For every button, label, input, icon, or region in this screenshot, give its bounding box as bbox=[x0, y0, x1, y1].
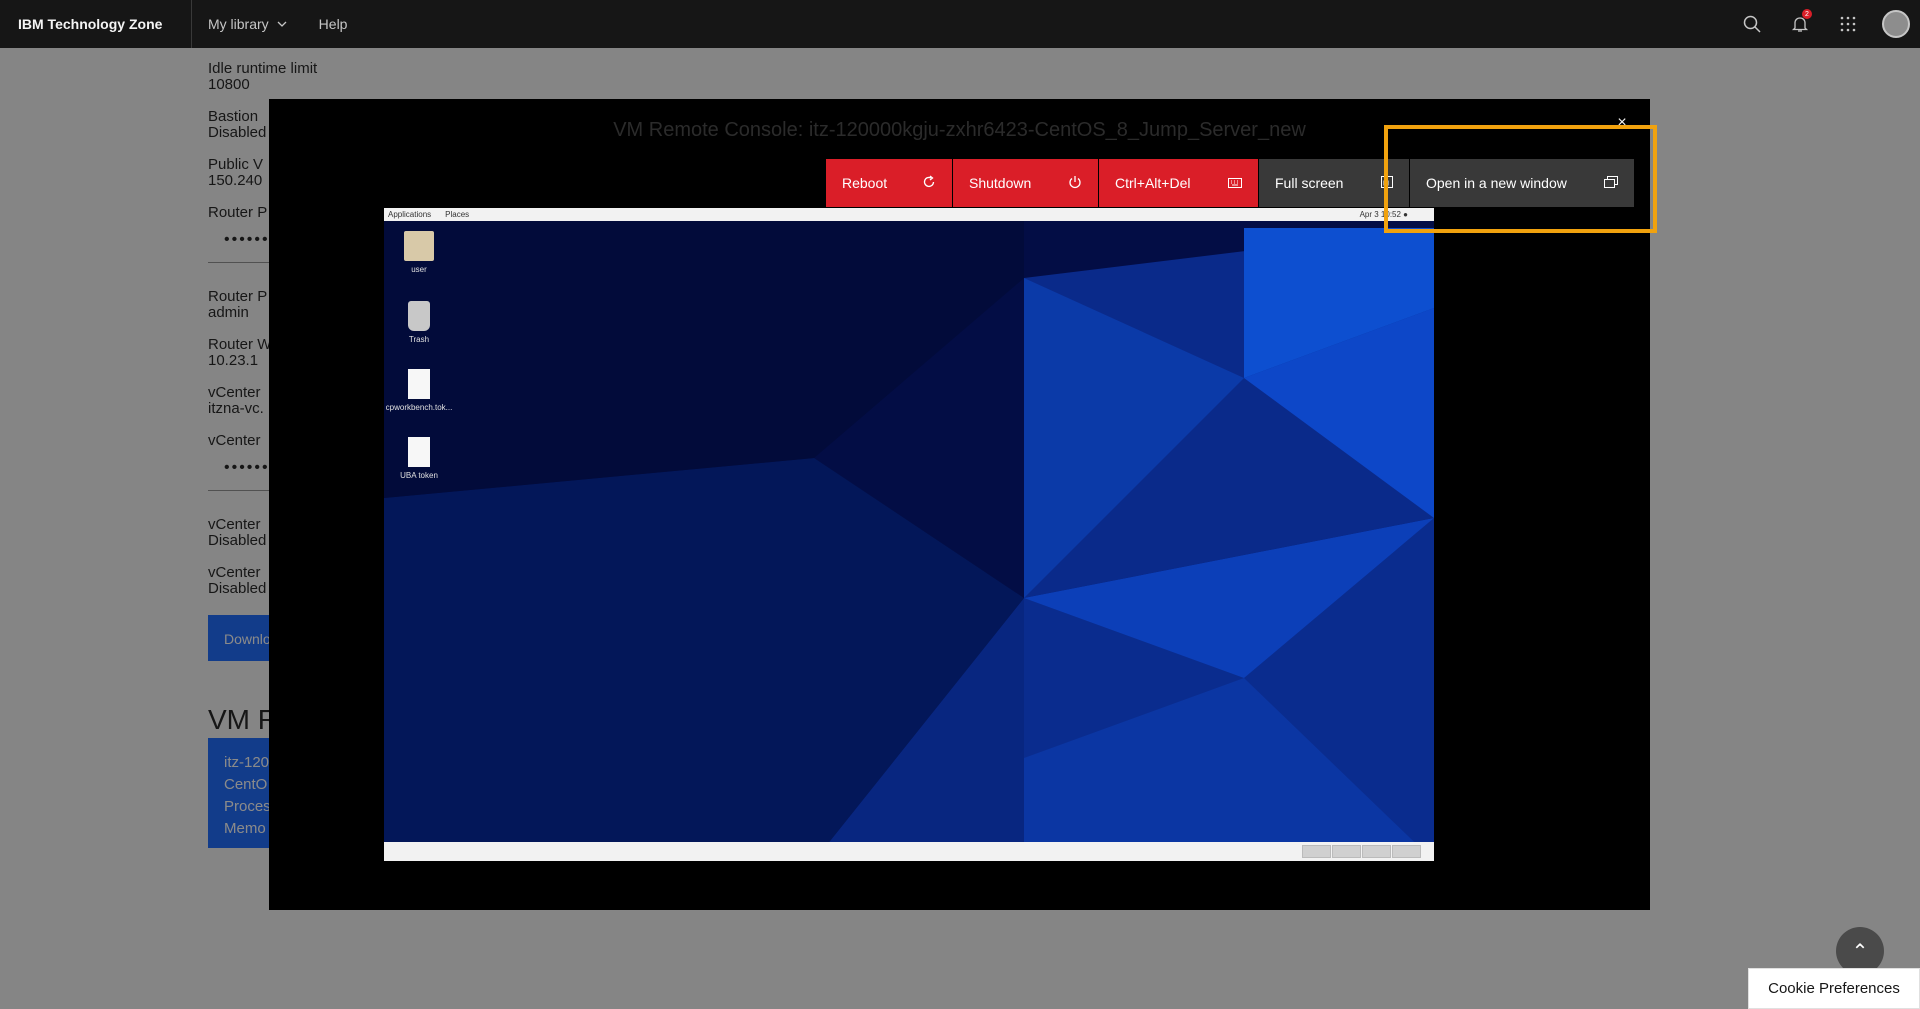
desktop-icon-label: Trash bbox=[408, 335, 430, 344]
search-icon[interactable] bbox=[1728, 0, 1776, 48]
vm-screen[interactable]: Applications Places Apr 3 10:52 ● user T… bbox=[384, 208, 1434, 861]
desktop-icon-label: UBA token bbox=[400, 471, 438, 480]
app-switcher-icon[interactable] bbox=[1824, 0, 1872, 48]
vm-bottom-panel bbox=[384, 842, 1434, 861]
cookie-preferences-link[interactable]: Cookie Preferences bbox=[1748, 968, 1920, 1009]
avatar-button[interactable] bbox=[1872, 0, 1920, 48]
ctrl-alt-del-button[interactable]: Ctrl+Alt+Del bbox=[1099, 159, 1258, 207]
keyboard-icon bbox=[1228, 175, 1242, 191]
ctrl-alt-del-label: Ctrl+Alt+Del bbox=[1115, 175, 1191, 191]
workspace-switcher[interactable] bbox=[1392, 845, 1421, 858]
power-icon bbox=[1068, 175, 1082, 192]
trash-icon bbox=[408, 301, 430, 331]
restart-icon bbox=[922, 174, 936, 192]
vm-top-panel: Applications Places Apr 3 10:52 ● bbox=[384, 208, 1434, 221]
desktop-icon[interactable]: UBA token bbox=[384, 437, 454, 480]
document-icon bbox=[408, 369, 430, 399]
reboot-label: Reboot bbox=[842, 175, 888, 191]
desktop-icon[interactable]: user bbox=[384, 231, 454, 274]
full-screen-label: Full screen bbox=[1275, 175, 1344, 191]
nav-help[interactable]: Help bbox=[303, 0, 364, 48]
brand-name[interactable]: IBM Technology Zone bbox=[0, 0, 192, 48]
shutdown-label: Shutdown bbox=[969, 175, 1032, 191]
shutdown-button[interactable]: Shutdown bbox=[953, 159, 1098, 207]
reboot-button[interactable]: Reboot bbox=[826, 159, 952, 207]
notification-badge: 2 bbox=[1802, 9, 1812, 19]
chevron-down-icon bbox=[277, 19, 287, 30]
folder-icon bbox=[404, 231, 434, 261]
avatar bbox=[1882, 10, 1910, 38]
document-icon bbox=[408, 437, 430, 467]
workspace-switcher[interactable] bbox=[1332, 845, 1361, 858]
places-menu[interactable]: Places bbox=[445, 210, 469, 219]
workspace-switcher[interactable] bbox=[1302, 845, 1331, 858]
applications-menu[interactable]: Applications bbox=[388, 210, 431, 219]
desktop-icon-label: cpworkbench.tok... bbox=[385, 403, 453, 412]
desktop-icon[interactable]: cpworkbench.tok... bbox=[384, 369, 454, 412]
nav-my-library[interactable]: My library bbox=[192, 0, 303, 48]
bell-icon[interactable]: 2 bbox=[1776, 0, 1824, 48]
desktop-icon[interactable]: Trash bbox=[384, 301, 454, 344]
workspace-switcher[interactable] bbox=[1362, 845, 1391, 858]
vm-desktop: user Trash cpworkbench.tok... UBA token bbox=[384, 221, 1434, 842]
highlight-box bbox=[1384, 125, 1657, 233]
desktop-icon-label: user bbox=[411, 265, 427, 274]
top-header: IBM Technology Zone My library Help 2 bbox=[0, 0, 1920, 48]
nav-my-library-label: My library bbox=[208, 16, 269, 32]
